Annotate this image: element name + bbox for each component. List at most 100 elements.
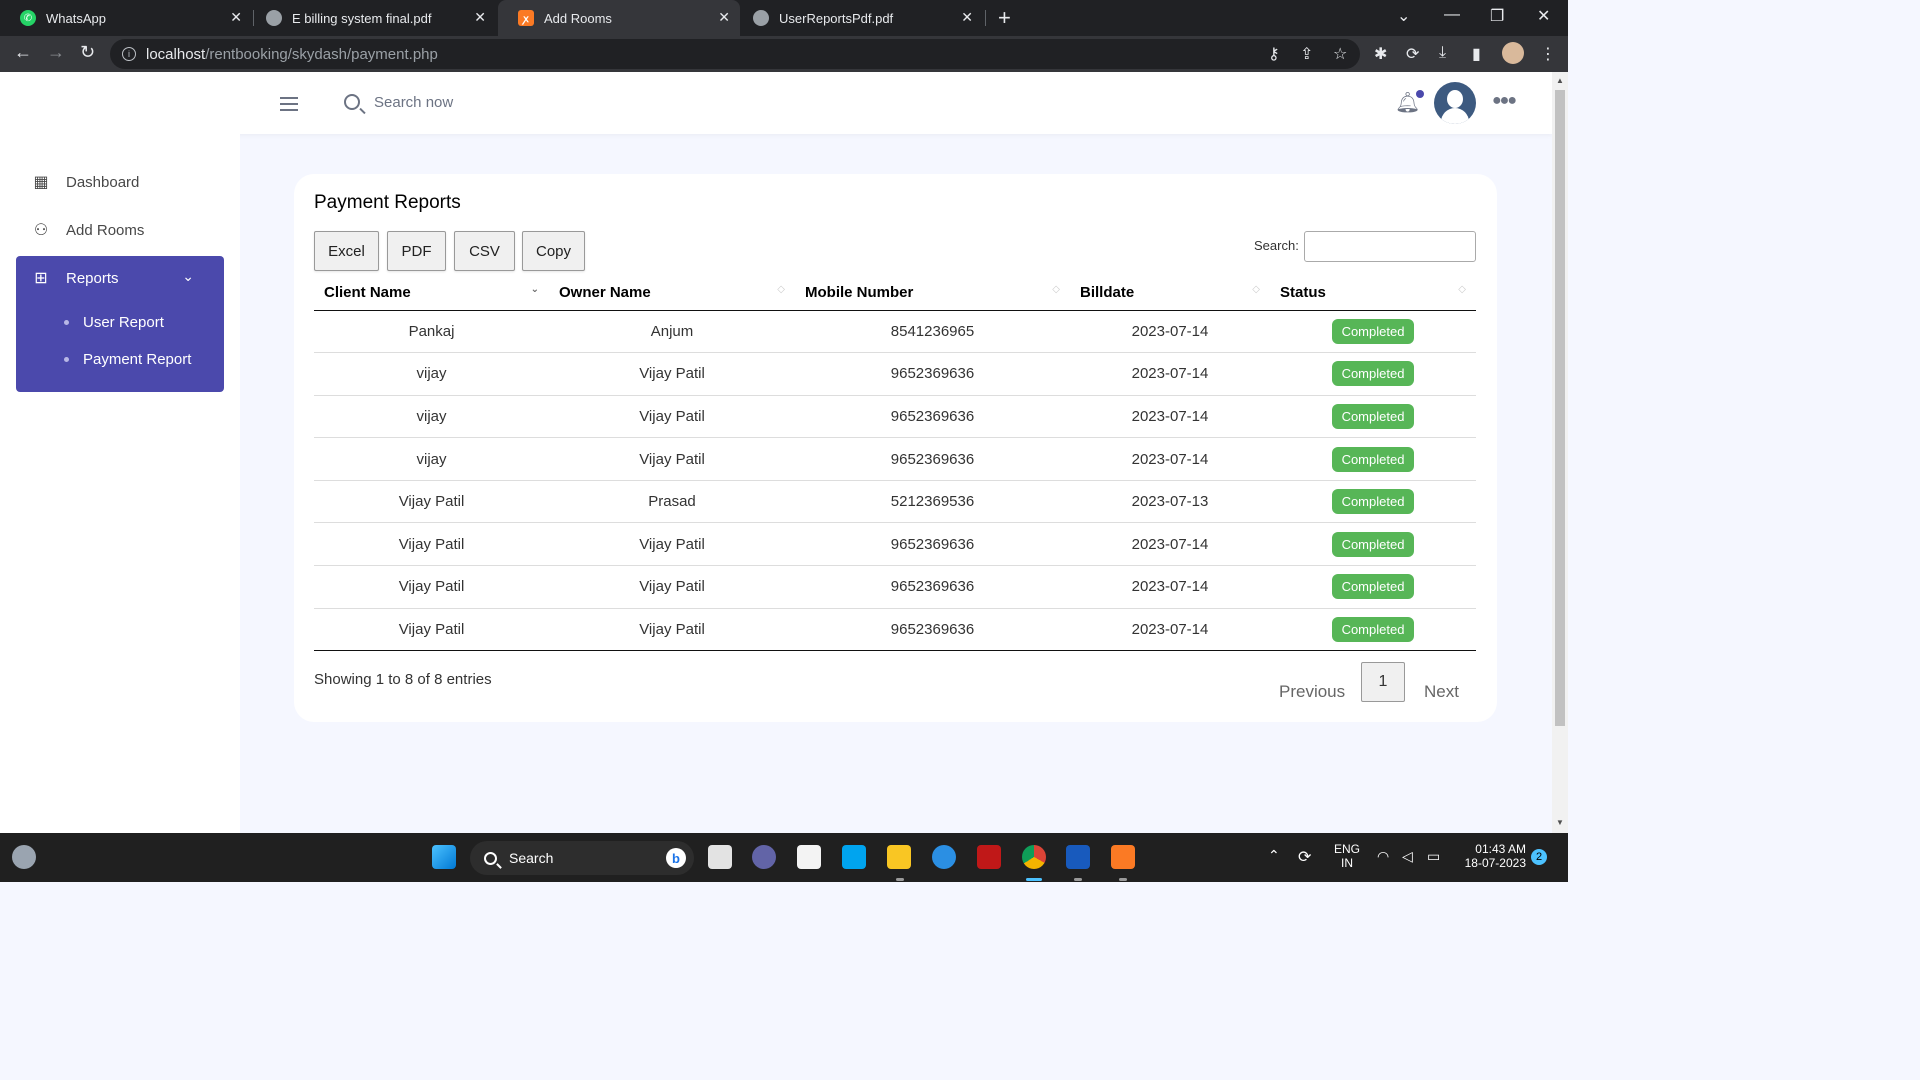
taskbar-search-box[interactable]: Search b	[470, 841, 694, 875]
column-header-label: Status	[1280, 284, 1326, 302]
copy-button[interactable]: Copy	[522, 231, 585, 271]
table-row: Vijay Patil Prasad 5212369536 2023-07-13 Com…	[314, 480, 1476, 524]
top-navbar: Search now 🔔︎ ●●●	[0, 72, 1552, 134]
hamburger-menu-icon[interactable]	[280, 97, 298, 115]
excel-export-button[interactable]: Excel	[314, 231, 379, 271]
column-header-billdate[interactable]: Billdate ◇	[1070, 276, 1270, 311]
sidebar: ▦ Dashboard ⚇ Add Rooms ⊞ Reports ⌄ User…	[0, 134, 240, 833]
sidebar-section-reports: ⊞ Reports ⌄ User Report Payment Report	[16, 256, 224, 392]
wifi-icon[interactable]: ◠	[1377, 848, 1389, 865]
column-header-label: Billdate	[1080, 284, 1135, 302]
performance-icon[interactable]: ⟳	[1406, 44, 1419, 64]
volume-icon[interactable]: ◁	[1402, 848, 1413, 865]
weather-icon[interactable]	[12, 845, 36, 869]
extensions-icon[interactable]: ✱	[1374, 44, 1387, 64]
running-indicator	[896, 878, 904, 881]
scroll-down-icon[interactable]: ▼	[1556, 818, 1564, 827]
status-badge: Completed	[1331, 318, 1415, 344]
scroll-up-icon[interactable]: ▲	[1556, 76, 1564, 85]
task-view-icon[interactable]	[708, 845, 732, 869]
more-options-icon[interactable]: ●●●	[1492, 92, 1517, 110]
scrollbar-thumb[interactable]	[1555, 90, 1565, 726]
tab-user-reports-pdf[interactable]: UserReportsPdf.pdf ✕	[733, 0, 983, 36]
cell-mobile-number: 9652369636	[795, 565, 1070, 609]
teams-chat-icon[interactable]	[752, 845, 776, 869]
pdf-export-button[interactable]: PDF	[387, 231, 446, 271]
chevron-up-icon[interactable]: ⌃	[1268, 847, 1280, 864]
search-input[interactable]: Search now	[374, 94, 453, 111]
bookmark-star-icon[interactable]: ☆	[1333, 44, 1347, 64]
forward-arrow-icon[interactable]: →	[47, 42, 65, 63]
previous-page-button[interactable]: Previous	[1279, 682, 1345, 702]
notification-count-badge[interactable]: 2	[1531, 849, 1547, 865]
clock[interactable]: 01:43 AM 18-07-2023	[1458, 842, 1526, 870]
cell-mobile-number: 9652369636	[795, 522, 1070, 567]
tab-whatsapp[interactable]: ✆ WhatsApp ✕	[0, 0, 252, 36]
avatar[interactable]	[1434, 82, 1476, 124]
tab-ebilling-pdf[interactable]: E billing system final.pdf ✕	[246, 0, 496, 36]
cell-mobile-number: 5212369536	[795, 480, 1070, 524]
cell-client-name: vijay	[314, 437, 549, 481]
close-icon[interactable]: ✕	[718, 9, 730, 26]
sidebar-subitem-user-report[interactable]: User Report	[64, 314, 164, 331]
download-icon[interactable]: ⤓	[1439, 44, 1446, 62]
sidebar-item-dashboard[interactable]: ▦ Dashboard	[16, 162, 224, 202]
windows-start-icon[interactable]	[432, 845, 456, 869]
column-header-status[interactable]: Status ◇	[1270, 276, 1476, 311]
key-icon[interactable]: ⚷	[1268, 44, 1280, 64]
cell-status: Completed	[1270, 565, 1476, 609]
close-icon[interactable]: ✕	[474, 9, 486, 26]
chrome-icon[interactable]	[1022, 845, 1046, 869]
column-header-client-name[interactable]: Client Name ⌄	[314, 276, 549, 311]
minimize-button[interactable]: —	[1444, 6, 1460, 24]
url-text: localhost/rentbooking/skydash/payment.ph…	[146, 46, 438, 63]
profile-avatar-icon[interactable]	[1502, 42, 1524, 64]
status-badge: Completed	[1331, 446, 1415, 472]
page-number-button[interactable]: 1	[1361, 662, 1405, 702]
mylife-app-icon[interactable]	[842, 845, 866, 869]
next-page-button[interactable]: Next	[1424, 682, 1459, 702]
sidebar-item-reports[interactable]: ⊞ Reports ⌄	[16, 256, 224, 300]
column-header-label: Mobile Number	[805, 284, 914, 302]
cell-billdate: 2023-07-13	[1070, 480, 1270, 524]
windows-taskbar: Search b ⌃ ⟳ ENG IN ◠ ◁ ▭ 01:43 AM 18-07…	[0, 833, 1568, 882]
xampp-icon[interactable]	[1111, 845, 1135, 869]
share-icon[interactable]: ⇪	[1300, 44, 1313, 64]
close-icon[interactable]: ✕	[961, 9, 973, 26]
tab-search-icon[interactable]: ⌄	[1397, 6, 1410, 26]
table-search-input[interactable]	[1304, 231, 1476, 262]
layout-icon: ⊞	[34, 270, 48, 287]
sidebar-item-label: Reports	[66, 269, 119, 287]
close-icon[interactable]: ✕	[230, 9, 242, 26]
back-arrow-icon[interactable]: ←	[14, 42, 32, 63]
cell-status: Completed	[1270, 395, 1476, 439]
mcafee-icon[interactable]	[977, 845, 1001, 869]
menu-kebab-icon[interactable]: ⋮	[1540, 44, 1556, 64]
sync-icon[interactable]: ⟳	[1298, 847, 1311, 867]
tab-add-rooms[interactable]: ꭗ Add Rooms ✕	[498, 0, 740, 36]
info-icon[interactable]: i	[122, 47, 136, 61]
column-header-mobile-number[interactable]: Mobile Number ◇	[795, 276, 1070, 311]
new-tab-button[interactable]: +	[998, 5, 1011, 31]
csv-export-button[interactable]: CSV	[454, 231, 515, 271]
microsoft-store-icon[interactable]	[797, 845, 821, 869]
page-scrollbar[interactable]: ▲ ▼	[1552, 72, 1568, 833]
side-panel-icon[interactable]: ▮	[1472, 44, 1481, 64]
sidebar-item-add-rooms[interactable]: ⚇ Add Rooms	[16, 210, 224, 250]
help-icon[interactable]	[932, 845, 956, 869]
window-close-button[interactable]: ✕	[1537, 6, 1550, 26]
word-icon[interactable]	[1066, 845, 1090, 869]
tab-title: Add Rooms	[544, 10, 612, 26]
url-field[interactable]: i localhost/rentbooking/skydash/payment.…	[110, 39, 1360, 69]
running-indicator	[1119, 878, 1127, 881]
reload-icon[interactable]: ↻	[80, 42, 95, 63]
language-indicator[interactable]: ENG IN	[1334, 842, 1360, 870]
sort-icon: ◇	[1052, 284, 1060, 295]
column-header-owner-name[interactable]: Owner Name ◇	[549, 276, 795, 311]
battery-icon[interactable]: ▭	[1427, 848, 1440, 865]
file-explorer-icon[interactable]	[887, 845, 911, 869]
sidebar-subitem-payment-report[interactable]: Payment Report	[64, 351, 191, 368]
maximize-button[interactable]: ❐	[1490, 6, 1504, 26]
notification-bell-icon[interactable]: 🔔︎	[1395, 90, 1425, 115]
bing-icon[interactable]: b	[666, 848, 686, 868]
